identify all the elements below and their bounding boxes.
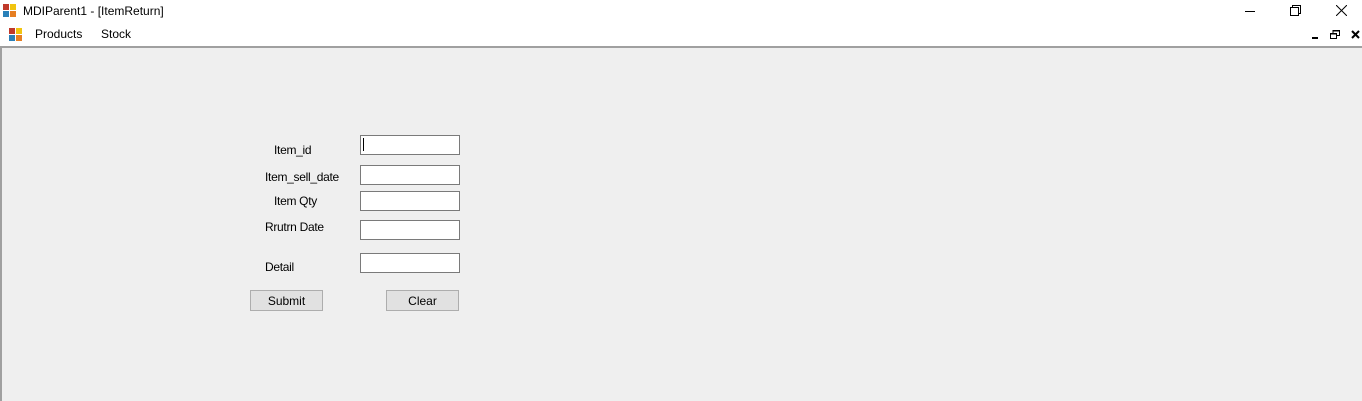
close-icon	[1335, 4, 1347, 19]
text-caret	[363, 138, 364, 151]
menu-products[interactable]: Products	[35, 27, 82, 41]
restore-window-icon	[1289, 4, 1301, 19]
detail-label: Detail	[265, 260, 294, 274]
child-window-icon[interactable]	[9, 28, 23, 42]
minimize-icon	[1311, 28, 1319, 42]
return-date-input[interactable]	[360, 220, 460, 240]
close-icon	[1350, 28, 1360, 42]
item-id-input[interactable]	[360, 135, 460, 155]
child-close-button[interactable]	[1349, 29, 1361, 41]
app-icon[interactable]	[3, 4, 17, 18]
restore-icon	[1330, 28, 1340, 42]
minimize-button[interactable]	[1227, 0, 1273, 23]
menu-stock[interactable]: Stock	[101, 27, 131, 41]
mdi-client-area	[0, 46, 1362, 401]
menu-bar: Products Stock	[0, 23, 1362, 46]
close-button[interactable]	[1318, 0, 1362, 23]
item-qty-label: Item Qty	[274, 194, 317, 208]
minimize-icon	[1245, 5, 1255, 19]
maximize-button[interactable]	[1272, 0, 1318, 23]
title-bar: MDIParent1 - [ItemReturn]	[0, 0, 1362, 23]
window-title: MDIParent1 - [ItemReturn]	[23, 4, 164, 18]
detail-input[interactable]	[360, 253, 460, 273]
return-date-label: Rrutrn Date	[265, 220, 324, 234]
item-qty-input[interactable]	[360, 191, 460, 211]
item-sell-date-label: Item_sell_date	[265, 170, 339, 184]
clear-button[interactable]: Clear	[386, 290, 459, 311]
submit-button[interactable]: Submit	[250, 290, 323, 311]
item-sell-date-input[interactable]	[360, 165, 460, 185]
child-restore-button[interactable]	[1329, 29, 1341, 41]
item-id-label: Item_id	[274, 143, 312, 157]
child-minimize-button[interactable]	[1309, 29, 1321, 41]
